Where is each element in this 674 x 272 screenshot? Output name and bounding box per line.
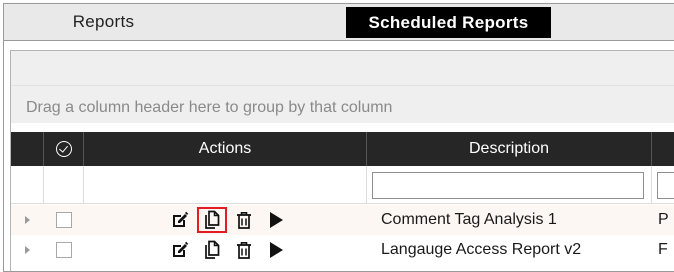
row-next-column: P	[658, 211, 669, 228]
tab-scheduled-reports[interactable]: Scheduled Reports	[346, 7, 551, 38]
tab-reports[interactable]: Reports	[4, 4, 203, 40]
filter-cell-expand	[11, 166, 44, 204]
row-next-column: F	[658, 241, 668, 258]
table-row[interactable]: Comment Tag Analysis 1 P	[11, 205, 674, 235]
description-filter-input[interactable]	[372, 172, 644, 199]
edit-icon[interactable]	[165, 237, 195, 263]
row-actions	[84, 205, 367, 235]
scheduled-reports-grid: Drag a column header here to group by th…	[10, 50, 674, 271]
row-select-cell	[44, 235, 84, 265]
grid-header-row: Actions Description	[11, 132, 674, 166]
row-select-cell	[44, 205, 84, 235]
grid-filter-row	[11, 166, 674, 204]
group-by-hint: Drag a column header here to group by th…	[26, 99, 393, 116]
filter-cell-next	[652, 166, 674, 204]
table-row[interactable]: Langauge Access Report v2 F	[11, 235, 674, 265]
play-icon[interactable]	[261, 207, 291, 233]
next-column-filter-input[interactable]	[657, 172, 674, 199]
row-checkbox[interactable]	[56, 212, 72, 228]
reports-window: Reports Scheduled Reports Drag a column …	[3, 3, 674, 272]
header-actions[interactable]: Actions	[84, 132, 367, 166]
header-expand-column	[11, 132, 44, 166]
copy-icon[interactable]	[196, 207, 227, 233]
trash-icon[interactable]	[229, 207, 259, 233]
grid-toolbar	[11, 51, 674, 86]
expand-arrow-icon[interactable]	[25, 216, 30, 224]
trash-icon[interactable]	[229, 237, 259, 263]
filter-cell-actions	[84, 166, 367, 204]
filter-cell-description	[367, 166, 652, 204]
header-next-column[interactable]	[652, 132, 674, 166]
circle-check-icon[interactable]	[55, 141, 72, 157]
header-description[interactable]: Description	[367, 132, 652, 166]
edit-icon[interactable]	[165, 207, 195, 233]
play-icon[interactable]	[261, 237, 291, 263]
expand-arrow-icon[interactable]	[25, 246, 30, 254]
row-description: Comment Tag Analysis 1	[381, 211, 557, 228]
row-expand-toggle[interactable]	[11, 205, 44, 235]
header-select-all[interactable]	[44, 132, 84, 166]
row-expand-toggle[interactable]	[11, 235, 44, 265]
tab-bar: Reports Scheduled Reports	[4, 4, 674, 41]
row-description: Langauge Access Report v2	[381, 241, 582, 258]
row-checkbox[interactable]	[56, 242, 72, 258]
filter-cell-select	[44, 166, 84, 204]
row-actions	[84, 235, 367, 265]
copy-icon[interactable]	[197, 237, 227, 263]
